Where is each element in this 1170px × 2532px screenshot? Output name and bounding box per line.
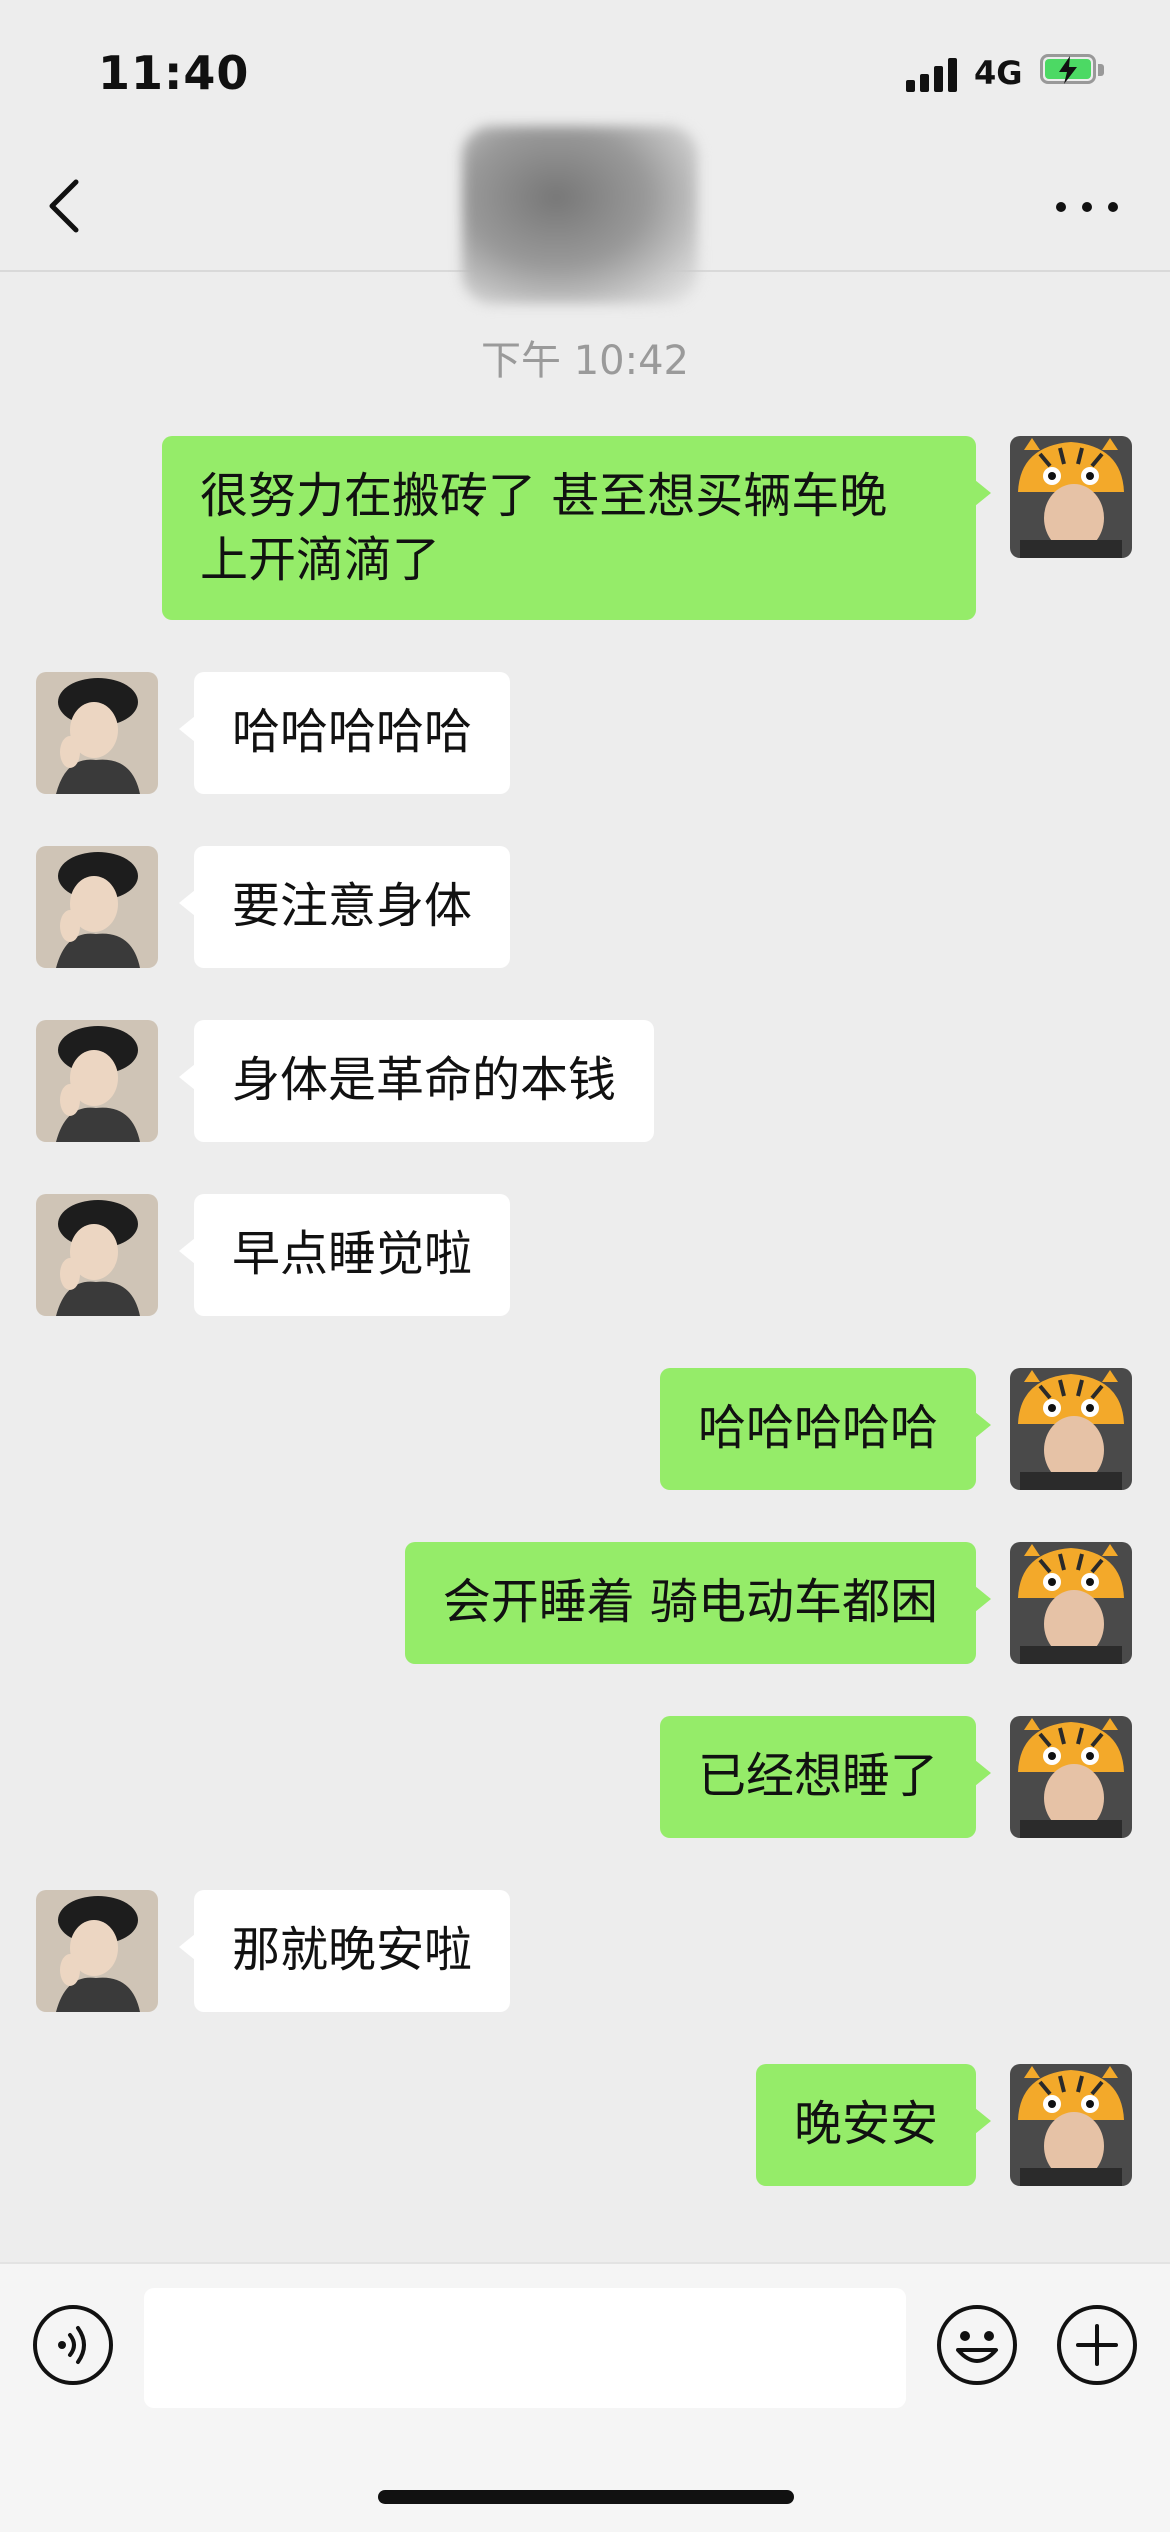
message-bubble-sent[interactable]: 会开睡着 骑电动车都困 — [404, 1542, 992, 1664]
emoji-button[interactable] — [936, 2304, 1018, 2386]
contact-avatar[interactable] — [36, 846, 158, 968]
contact-avatar[interactable] — [36, 672, 158, 794]
battery-charging-icon — [1040, 54, 1106, 90]
chat-title-obscured — [462, 126, 698, 304]
contact-avatar[interactable] — [36, 1890, 158, 2012]
my-avatar[interactable] — [1010, 2064, 1132, 2186]
voice-button[interactable] — [32, 2304, 114, 2386]
home-indicator — [378, 2490, 794, 2504]
my-avatar[interactable] — [1010, 436, 1132, 558]
more-dots-icon — [1056, 202, 1066, 212]
more-button[interactable] — [1052, 178, 1122, 234]
message-input[interactable] — [144, 2288, 906, 2408]
contact-avatar[interactable] — [36, 1020, 158, 1142]
status-time: 11:40 — [98, 46, 250, 100]
message-bubble-sent[interactable]: 哈哈哈哈哈 — [659, 1368, 992, 1490]
message-text-line: 上开滴滴了 — [200, 532, 441, 588]
status-bar: 11:40 4G — [0, 0, 1170, 140]
cellular-signal-icon — [906, 56, 958, 92]
message-text-line: 很努力在搬砖了 甚至想买辆车晚 — [200, 468, 888, 524]
message-bubble-received[interactable]: 那就晚安啦 — [178, 1890, 511, 2012]
message-bubble-received[interactable]: 身体是革命的本钱 — [178, 1020, 655, 1142]
network-type: 4G — [974, 54, 1023, 92]
back-button[interactable] — [40, 174, 96, 238]
my-avatar[interactable] — [1010, 1542, 1132, 1664]
contact-avatar[interactable] — [36, 1194, 158, 1316]
message-bubble-sent[interactable]: 已经想睡了 — [659, 1716, 992, 1838]
plus-icon — [1057, 2305, 1137, 2385]
message-bubble-received[interactable]: 要注意身体 — [178, 846, 511, 968]
message-bubble-sent[interactable]: 晚安安 — [755, 2064, 992, 2186]
message-timestamp: 下午 10:42 — [481, 338, 689, 384]
more-functions-button[interactable] — [1056, 2304, 1138, 2386]
message-bubble-sent[interactable]: 很努力在搬砖了 甚至想买辆车晚 上开滴滴了 — [162, 436, 991, 620]
message-bubble-received[interactable]: 早点睡觉啦 — [178, 1194, 511, 1316]
message-bubble-received[interactable]: 哈哈哈哈哈 — [178, 672, 511, 794]
emoji-icon — [937, 2305, 1017, 2385]
my-avatar[interactable] — [1010, 1368, 1132, 1490]
my-avatar[interactable] — [1010, 1716, 1132, 1838]
voice-icon — [33, 2305, 113, 2385]
chevron-left-icon — [49, 179, 79, 233]
